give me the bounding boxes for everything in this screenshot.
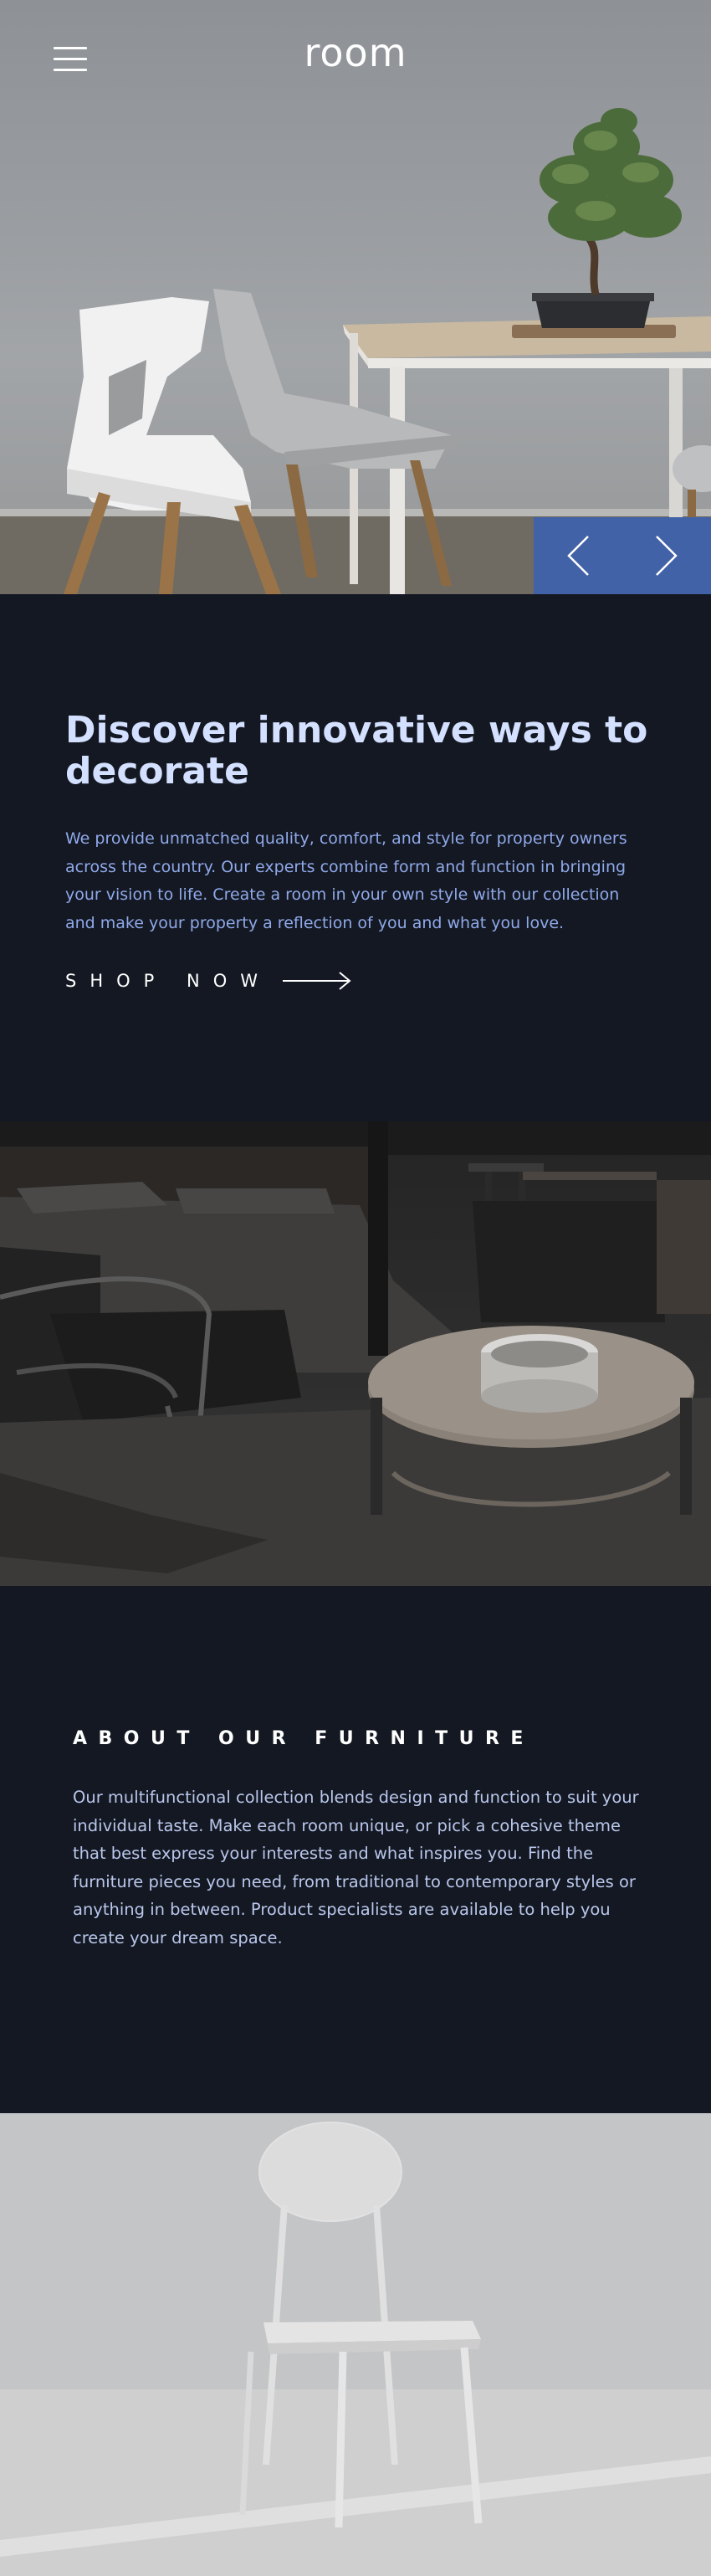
slider-next-button[interactable] bbox=[622, 517, 711, 594]
shop-now-label: SHOP NOW bbox=[65, 971, 271, 991]
intro-section: Discover innovative ways to decorate We … bbox=[0, 594, 711, 1121]
light-chair-scene bbox=[0, 2113, 711, 2576]
slider-prev-button[interactable] bbox=[534, 517, 622, 594]
light-chair-image bbox=[0, 2113, 711, 2576]
arrow-right-icon bbox=[283, 972, 351, 990]
chevron-right-icon bbox=[656, 536, 678, 576]
chevron-left-icon bbox=[567, 536, 589, 576]
dark-furniture-scene bbox=[0, 1121, 711, 1586]
dark-furniture-image bbox=[0, 1121, 711, 1586]
about-section: ABOUT OUR FURNITURE Our multifunctional … bbox=[0, 1586, 711, 2113]
hero-section: room bbox=[0, 0, 711, 594]
intro-text: We provide unmatched quality, comfort, a… bbox=[65, 829, 627, 932]
hero-image bbox=[0, 108, 711, 594]
intro-title: Discover innovative ways to decorate bbox=[65, 709, 648, 793]
about-title: ABOUT OUR FURNITURE bbox=[73, 1728, 535, 1749]
shop-now-link[interactable]: SHOP NOW bbox=[65, 971, 351, 991]
about-text: Our multifunctional collection blends de… bbox=[73, 1788, 639, 1947]
slider-controls bbox=[534, 517, 711, 594]
site-logo[interactable]: room bbox=[0, 30, 711, 75]
